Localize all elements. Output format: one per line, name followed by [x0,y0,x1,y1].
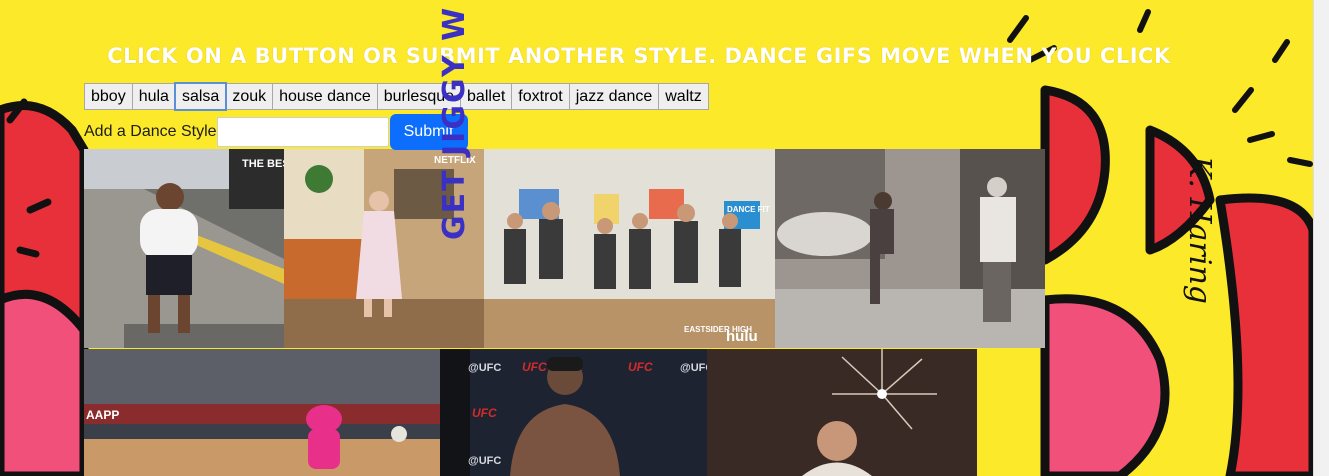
gif3-sign-text: DANCE FIT [727,205,770,214]
dance-gif-5[interactable]: AAPP [84,349,440,476]
dance-gif-6[interactable]: @UFC @UFC @UFC UFC UFC UFC [440,349,707,476]
dance-button-waltz[interactable]: waltz [658,83,709,110]
add-dance-style-form: Add a Dance Style Submit [84,114,468,150]
dance-button-hula[interactable]: hula [131,83,176,110]
dance-style-button-row: bboy hula salsa zouk house dance burlesq… [84,82,709,111]
page-headline: Click on a button or submit another styl… [107,44,1171,68]
gif5-jumbotron: AAPP [86,408,119,422]
gif6-tag-3: @UFC [680,362,707,374]
dance-gif-4[interactable] [775,149,1045,348]
gif6-logo-2: UFC [628,360,653,374]
vertical-banner: GET JIGGY W [440,6,472,240]
artist-signature: K. Haring [1182,155,1217,304]
svg-text:GET JIGGY W: GET JIGGY W [440,6,472,240]
dance-button-salsa[interactable]: salsa [173,82,228,111]
dance-gif-3[interactable]: DANCE FIT EASTSIDER HIGH hulu [484,149,775,348]
dance-button-foxtrot[interactable]: foxtrot [511,83,570,110]
dance-gif-1[interactable]: THE BEST [84,149,284,348]
dance-button-bboy[interactable]: bboy [84,83,133,110]
dance-gif-7[interactable] [707,349,977,476]
gif6-tag-2: @UFC [468,455,501,467]
dance-button-house-dance[interactable]: house dance [272,83,378,110]
page-scrollbar[interactable] [1313,0,1329,476]
dance-button-zouk[interactable]: zouk [225,83,274,110]
gif6-logo-1: UFC [522,360,547,374]
dance-button-jazz-dance[interactable]: jazz dance [568,83,660,110]
add-style-label: Add a Dance Style [84,123,217,140]
gif6-tag-1: @UFC [468,362,501,374]
gif1-sign-text: THE BEST [242,158,284,170]
gif3-watermark: hulu [726,328,758,345]
dance-style-input[interactable] [216,117,389,147]
gif6-logo-3: UFC [472,406,497,420]
